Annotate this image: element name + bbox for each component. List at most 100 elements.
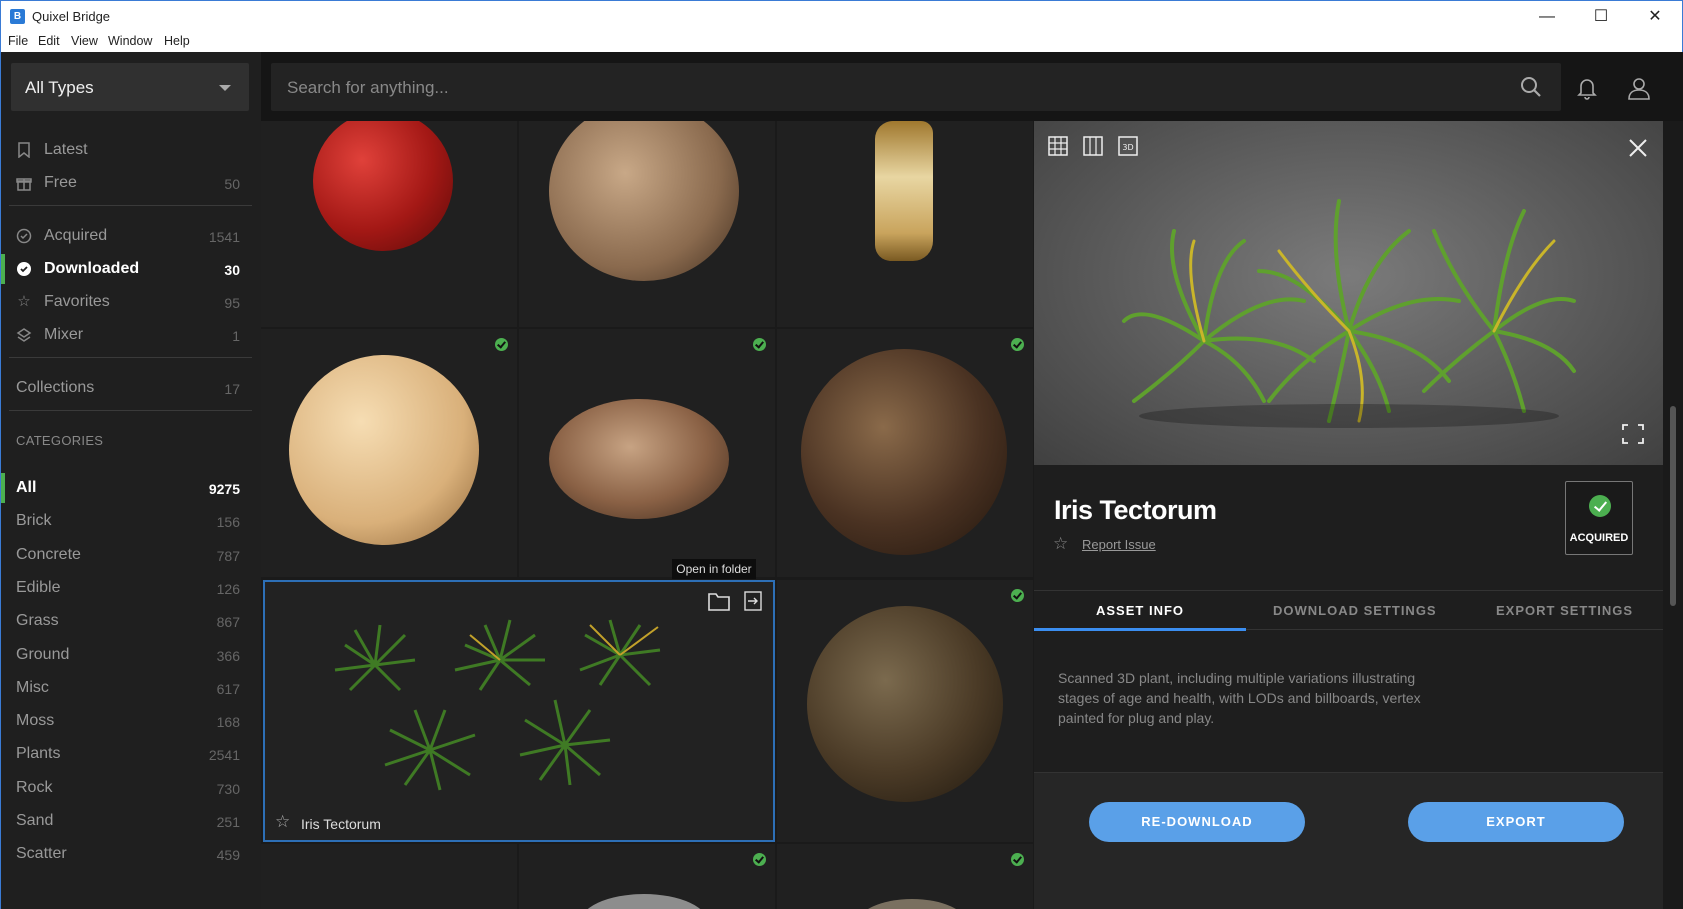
category-label: Rock (16, 778, 53, 796)
asset-tile[interactable] (777, 121, 1033, 327)
tab-download-settings[interactable]: DOWNLOAD SETTINGS (1273, 603, 1437, 618)
category-count: 730 (216, 780, 240, 797)
gift-icon (16, 175, 32, 191)
scrollbar-thumb[interactable] (1670, 406, 1676, 606)
export-button[interactable]: EXPORT (1408, 802, 1624, 842)
scrollbar[interactable] (1663, 121, 1683, 909)
category-count: 9275 (208, 481, 240, 497)
search-icon[interactable] (1519, 75, 1543, 99)
asset-tile[interactable] (261, 844, 517, 909)
menu-view[interactable]: View (71, 34, 98, 48)
category-count: 126 (216, 580, 240, 597)
stone-thumbnail (857, 899, 967, 909)
category-item-concrete[interactable]: Concrete 787 (1, 540, 262, 570)
action-bar: RE-DOWNLOAD EXPORT (1034, 772, 1663, 909)
app-logo-icon: B (10, 9, 25, 24)
category-item-edible[interactable]: Edible 126 (1, 573, 262, 603)
category-item-grass[interactable]: Grass 867 (1, 606, 262, 636)
asset-tile[interactable] (777, 844, 1033, 909)
sidebar-item-acquired[interactable]: Acquired 1541 (1, 221, 262, 251)
category-label: Brick (16, 512, 52, 530)
asset-tile[interactable] (261, 329, 517, 577)
category-label: Ground (16, 645, 70, 663)
asset-tile-selected[interactable]: ☆ Iris Tectorum (263, 580, 775, 842)
downloaded-check-icon (1011, 338, 1024, 351)
tab-asset-info[interactable]: ASSET INFO (1096, 603, 1184, 618)
category-item-all[interactable]: All 9275 (1, 473, 262, 503)
category-item-plants[interactable]: Plants 2541 (1, 739, 262, 769)
detail-tabs: ASSET INFO DOWNLOAD SETTINGS EXPORT SETT… (1034, 590, 1663, 631)
asset-tile[interactable] (519, 844, 775, 909)
asset-tile[interactable] (261, 121, 517, 327)
menu-edit[interactable]: Edit (38, 34, 60, 48)
sidebar-item-downloaded[interactable]: Downloaded 30 (1, 254, 262, 284)
asset-title: Iris Tectorum (1054, 495, 1217, 525)
sidebar-item-collections[interactable]: Collections 17 (1, 373, 262, 403)
sidebar-item-latest[interactable]: Latest (1, 135, 262, 165)
sidebar-item-label: Downloaded (44, 260, 140, 277)
menu-help[interactable]: Help (164, 34, 190, 48)
menu-bar: File Edit View Window Help (0, 32, 1683, 52)
export-icon[interactable] (743, 590, 763, 612)
check-circle-icon (16, 228, 32, 244)
user-icon[interactable] (1626, 75, 1652, 101)
close-icon[interactable] (1627, 137, 1649, 159)
maximize-button[interactable]: ☐ (1574, 1, 1628, 33)
asset-detail-panel: 3D Iris Tectorum ☆ Report Issue ACQUIRED… (1034, 121, 1663, 909)
report-issue-link[interactable]: Report Issue (1082, 537, 1156, 552)
category-item-sand[interactable]: Sand 251 (1, 806, 262, 836)
tab-export-settings[interactable]: EXPORT SETTINGS (1496, 603, 1633, 618)
category-count: 617 (216, 680, 240, 697)
asset-tile[interactable] (777, 580, 1033, 842)
re-download-button[interactable]: RE-DOWNLOAD (1089, 802, 1305, 842)
category-item-scatter[interactable]: Scatter 459 (1, 839, 262, 869)
sidebar-item-label: Favorites (44, 293, 110, 310)
svg-text:3D: 3D (1122, 143, 1133, 152)
minimize-button[interactable]: — (1520, 1, 1574, 33)
bell-icon[interactable] (1574, 75, 1600, 101)
categories-heading: CATEGORIES (16, 433, 104, 448)
category-item-brick[interactable]: Brick 156 (1, 506, 262, 536)
3d-view-icon[interactable]: 3D (1117, 135, 1139, 157)
category-count: 366 (216, 647, 240, 664)
check-circle-icon (1589, 495, 1611, 517)
asset-tile[interactable] (519, 121, 775, 327)
category-count: 156 (216, 514, 240, 531)
asset-preview: 3D (1034, 121, 1663, 465)
category-label: Edible (16, 578, 61, 596)
active-tab-indicator (1034, 628, 1246, 631)
iris-tectorum-thumbnail (334, 619, 661, 791)
fullscreen-icon[interactable] (1621, 423, 1645, 445)
category-count: 251 (216, 814, 240, 830)
columns-view-icon[interactable] (1082, 135, 1104, 157)
bread-thumbnail (549, 399, 729, 519)
category-item-ground[interactable]: Ground 366 (1, 640, 262, 670)
main-area: Search for anything... ☆ Iris Tectorum O… (261, 52, 1683, 909)
category-item-moss[interactable]: Moss 168 (1, 706, 262, 736)
category-item-misc[interactable]: Misc 617 (1, 673, 262, 703)
folder-icon[interactable] (707, 590, 731, 612)
menu-file[interactable]: File (8, 34, 28, 48)
category-label: Scatter (16, 845, 67, 863)
sidebar-item-mixer[interactable]: Mixer 1 (1, 320, 262, 350)
asset-tile[interactable] (519, 329, 775, 577)
grid-view-icon[interactable] (1047, 135, 1069, 157)
sidebar-item-label: Collections (16, 379, 95, 396)
search-input[interactable]: Search for anything... (271, 63, 1561, 111)
asset-tile-name: Iris Tectorum (301, 816, 381, 832)
downloaded-check-icon (1011, 853, 1024, 866)
sidebar-item-free[interactable]: Free 50 (1, 168, 262, 198)
asset-tile[interactable] (777, 329, 1033, 577)
asset-type-dropdown[interactable]: All Types (11, 63, 249, 111)
gravel-sphere-thumbnail (801, 349, 1007, 555)
category-item-rock[interactable]: Rock 730 (1, 773, 262, 803)
menu-window[interactable]: Window (108, 34, 152, 48)
rock-thumbnail (579, 894, 709, 909)
category-label: Misc (16, 678, 49, 696)
sidebar-item-favorites[interactable]: ☆ Favorites 95 (1, 287, 262, 317)
acquired-label: ACQUIRED (1569, 532, 1629, 544)
close-button[interactable]: ✕ (1628, 1, 1682, 33)
favorite-star-icon[interactable]: ☆ (275, 812, 290, 832)
divider (9, 410, 252, 411)
favorite-star-icon[interactable]: ☆ (1053, 534, 1068, 554)
